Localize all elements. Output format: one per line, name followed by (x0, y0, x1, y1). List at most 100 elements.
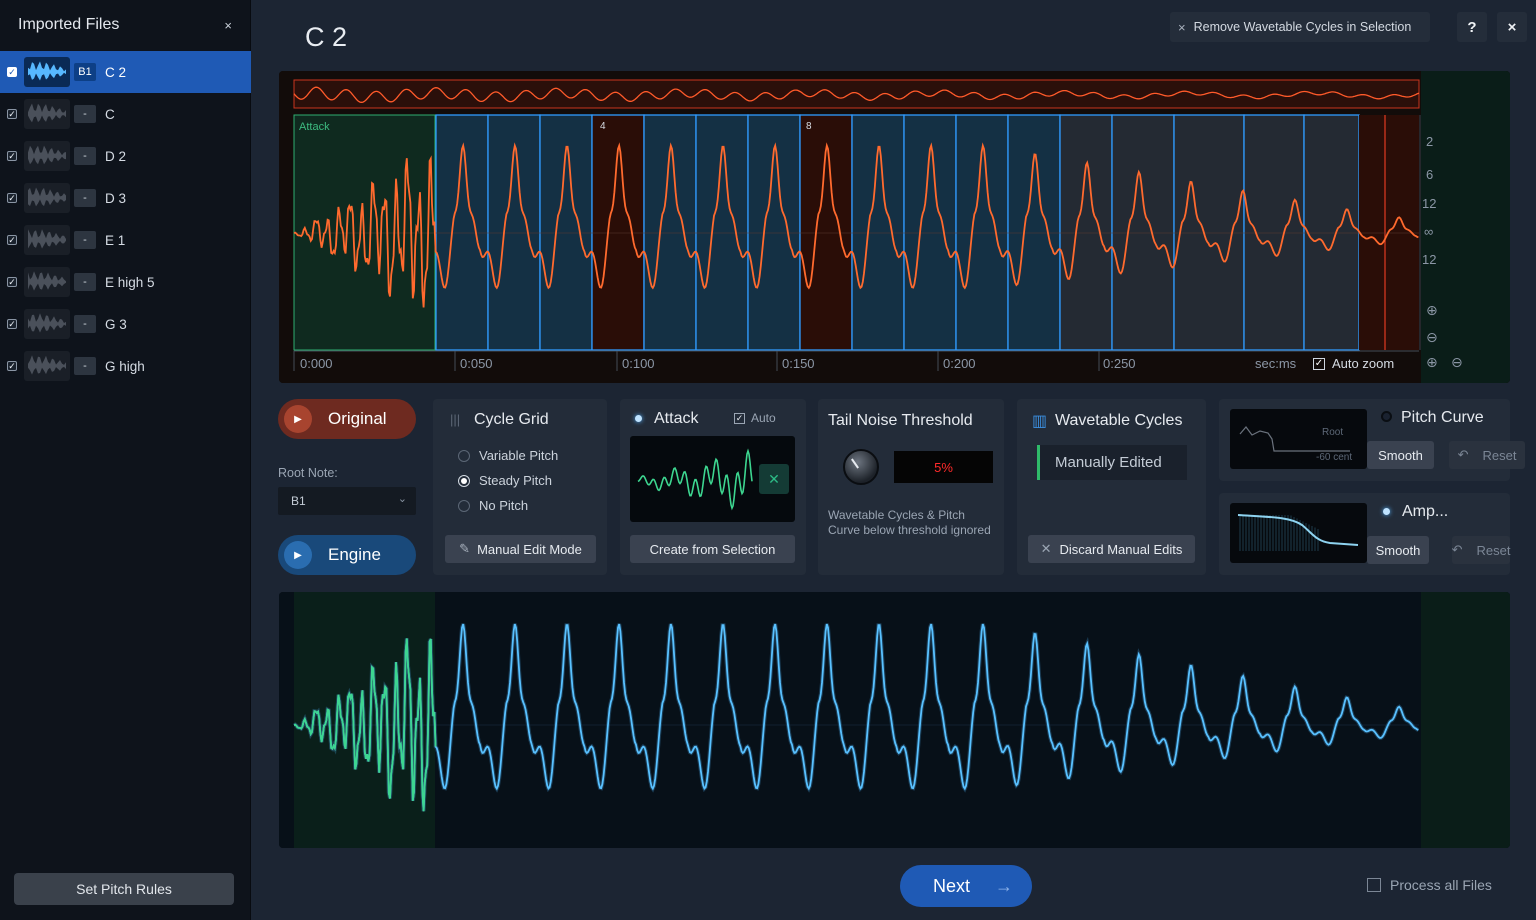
file-checkbox[interactable]: ✓ (7, 67, 17, 77)
file-checkbox[interactable]: ✓ (7, 319, 17, 329)
cycle-region (1007, 114, 1061, 351)
amp-panel: Amp... Smooth ↶ Reset (1219, 493, 1510, 575)
root-note-badge: - (74, 315, 96, 333)
process-all-label: Process all Files (1390, 877, 1492, 893)
play-original-button[interactable]: ▶ Original (278, 399, 416, 439)
cycle-region (1059, 114, 1113, 351)
create-from-selection-button[interactable]: Create from Selection (630, 535, 795, 563)
remove-attack-icon[interactable]: ✕ (759, 464, 789, 494)
file-waveform-thumbnail (24, 225, 70, 255)
result-tail-region (1421, 592, 1510, 848)
help-button[interactable]: ? (1457, 12, 1487, 42)
file-waveform-thumbnail (24, 267, 70, 297)
attack-preview-wave (637, 448, 753, 511)
time-label: 0:050 (460, 356, 493, 371)
zoom-in-icon[interactable]: ⊕ (1426, 354, 1438, 371)
file-row[interactable]: ✓ - E 1 (0, 219, 251, 261)
close-button[interactable]: × (1497, 12, 1527, 42)
radio-button[interactable] (458, 474, 470, 487)
cycle-editor[interactable]: Attack 4 8 2 6 12 ∞ 12 ⊕ ⊖ 0:000 0:050 0… (279, 71, 1510, 383)
file-checkbox[interactable]: ✓ (7, 361, 17, 371)
amp-curve-line (1237, 514, 1359, 551)
radio-steady-pitch[interactable]: Steady Pitch (458, 473, 552, 488)
discard-manual-edits-button[interactable]: ✕ Discard Manual Edits (1028, 535, 1195, 563)
scale-label: 12 (1422, 196, 1437, 211)
file-waveform-thumbnail (24, 309, 70, 339)
process-all-files-toggle[interactable]: Process all Files (1367, 877, 1492, 893)
file-row[interactable]: ✓ - C (0, 93, 251, 135)
cycle-marker-label: 4 (600, 121, 606, 132)
amp-curve-graph[interactable] (1230, 503, 1367, 563)
file-row[interactable]: ✓ B1 C 2 (0, 51, 251, 93)
play-icon: ▶ (284, 405, 312, 433)
file-name: C (105, 106, 115, 122)
file-checkbox[interactable]: ✓ (7, 193, 17, 203)
grid-icon: ||| (450, 412, 461, 427)
time-unit-label: sec:ms (1255, 356, 1297, 371)
radio-variable-pitch[interactable]: Variable Pitch (458, 448, 558, 463)
attack-led-icon[interactable] (635, 415, 642, 422)
threshold-knob[interactable] (843, 449, 879, 485)
attack-auto-toggle[interactable]: ✓ Auto (734, 411, 776, 425)
close-sidebar-icon[interactable]: × (224, 18, 232, 33)
file-row[interactable]: ✓ - G 3 (0, 303, 251, 345)
wavetable-cycles-title: Wavetable Cycles (1055, 412, 1183, 429)
remove-wavetable-cycles-button[interactable]: × Remove Wavetable Cycles in Selection (1170, 12, 1430, 42)
sidebar-header: Imported Files × (0, 0, 250, 50)
pitch-curve-panel: Root -60 cent Pitch Curve Smooth ↶ Reset (1219, 399, 1525, 481)
file-checkbox[interactable]: ✓ (7, 109, 17, 119)
file-waveform-thumbnail (24, 141, 70, 171)
amp-title: Amp... (1402, 503, 1449, 520)
thumbnail-wave (28, 313, 66, 333)
thumbnail-wave (28, 103, 66, 123)
radio-button[interactable] (458, 449, 470, 462)
root-label: Root (1322, 427, 1344, 438)
root-note-badge: - (74, 147, 96, 165)
amp-reset-button[interactable]: ↶ Reset (1452, 536, 1510, 564)
process-all-checkbox[interactable] (1367, 878, 1381, 892)
amp-smooth-button[interactable]: Smooth (1367, 536, 1429, 564)
zoom-out-icon[interactable]: ⊖ (1451, 354, 1463, 371)
amp-led-icon[interactable] (1383, 508, 1390, 515)
thumbnail-wave (28, 271, 66, 291)
set-pitch-rules-button[interactable]: Set Pitch Rules (14, 873, 234, 905)
root-note-value: B1 (291, 494, 306, 508)
file-row[interactable]: ✓ - D 2 (0, 135, 251, 177)
radio-no-pitch[interactable]: No Pitch (458, 498, 528, 513)
cycle-region (1243, 114, 1305, 351)
radio-button[interactable] (458, 499, 470, 512)
pitch-curve-graph[interactable]: Root -60 cent (1230, 409, 1367, 469)
radio-label: Steady Pitch (479, 473, 552, 488)
next-button[interactable]: Next → (900, 865, 1032, 907)
auto-zoom-checkbox[interactable]: ✓ (1313, 357, 1325, 370)
threshold-value[interactable]: 5% (894, 451, 993, 483)
zoom-in-icon[interactable]: ⊕ (1426, 302, 1438, 319)
file-row[interactable]: ✓ - E high 5 (0, 261, 251, 303)
page-title: C 2 (305, 22, 348, 52)
cycle-grid-panel: ||| Cycle Grid Variable Pitch Steady Pit… (433, 399, 607, 575)
arrow-right-icon: → (995, 875, 1014, 896)
pitch-smooth-button[interactable]: Smooth (1367, 441, 1434, 469)
file-row[interactable]: ✓ - D 3 (0, 177, 251, 219)
radio-label: No Pitch (479, 498, 529, 513)
editor-waveform-svg[interactable] (279, 71, 1510, 383)
cycle-marker-label: 8 (806, 121, 812, 132)
auto-zoom-toggle[interactable]: ✓ Auto zoom (1313, 356, 1394, 371)
file-checkbox[interactable]: ✓ (7, 235, 17, 245)
attack-auto-checkbox[interactable]: ✓ (734, 412, 745, 424)
pitch-reset-button[interactable]: ↶ Reset (1449, 441, 1525, 469)
root-note-badge: - (74, 231, 96, 249)
file-row[interactable]: ✓ - G high (0, 345, 251, 387)
file-name: E 1 (105, 232, 126, 248)
zoom-out-icon[interactable]: ⊖ (1426, 329, 1438, 346)
pitch-curve-toggle-icon[interactable] (1381, 411, 1392, 422)
root-note-select[interactable]: B1 ⌄ (278, 487, 416, 515)
radio-label: Variable Pitch (479, 448, 559, 463)
close-icon: × (1178, 19, 1186, 35)
manual-edit-mode-button[interactable]: ✎ Manual Edit Mode (445, 535, 596, 563)
file-checkbox[interactable]: ✓ (7, 277, 17, 287)
reset-icon: ↶ (1457, 447, 1469, 462)
play-engine-button[interactable]: ▶ Engine (278, 535, 416, 575)
file-name: E high 5 (105, 274, 155, 290)
file-checkbox[interactable]: ✓ (7, 151, 17, 161)
